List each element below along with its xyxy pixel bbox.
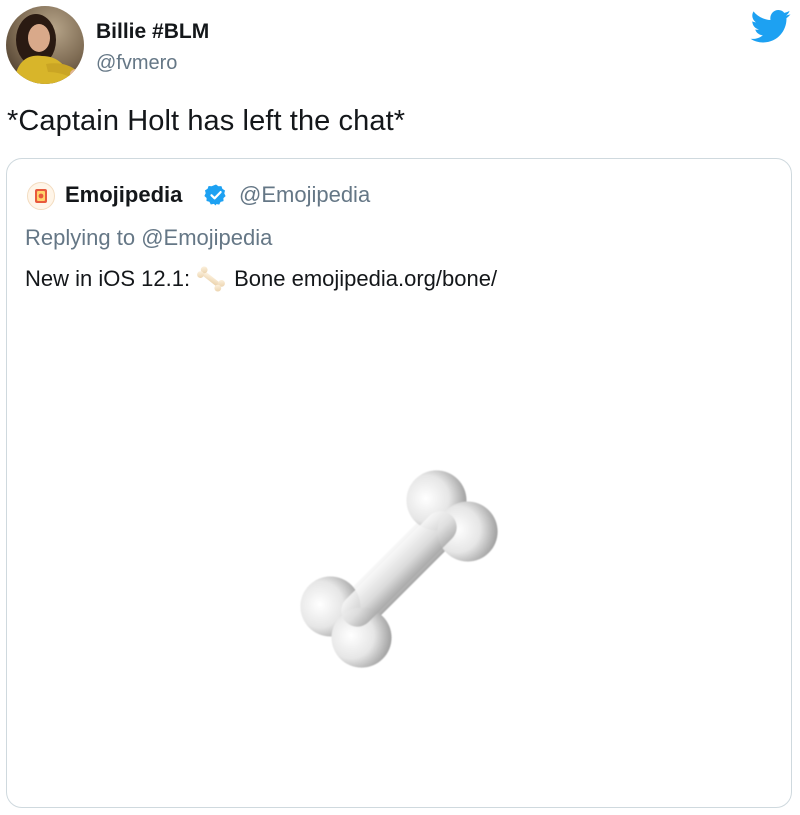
- author-name[interactable]: Billie #BLM: [96, 20, 209, 44]
- tweet-card: Billie #BLM @fvmero *Captain Holt has le…: [0, 0, 800, 815]
- verified-badge-icon: [204, 184, 226, 206]
- quoted-author-name[interactable]: Emojipedia: [65, 182, 182, 208]
- emojipedia-logo-graphic: [35, 189, 47, 203]
- quoted-tweet-text: New in iOS 12.1: Bone emojipedia.org/bon…: [25, 266, 497, 292]
- tweet-text: *Captain Holt has left the chat*: [7, 105, 406, 137]
- replying-prefix: Replying to: [25, 225, 136, 250]
- author-avatar[interactable]: [6, 6, 84, 84]
- replying-to-line: Replying to @Emojipedia: [25, 225, 272, 251]
- bone-emoji-media[interactable]: [284, 449, 514, 689]
- quoted-author-handle[interactable]: @Emojipedia: [239, 182, 370, 208]
- quoted-text-after-emoji: Bone: [234, 266, 286, 291]
- avatar-photo: [6, 6, 84, 84]
- quoted-text-before-emoji: New in iOS 12.1:: [25, 266, 191, 291]
- author-handle[interactable]: @fvmero: [96, 52, 177, 75]
- emojipedia-link[interactable]: emojipedia.org/bone/: [292, 266, 497, 291]
- twitter-bird-icon[interactable]: [750, 10, 792, 44]
- replying-to-handle[interactable]: @Emojipedia: [141, 225, 272, 250]
- emojipedia-logo-icon[interactable]: [27, 182, 55, 210]
- bone-emoji-icon: [197, 266, 225, 292]
- quoted-tweet-card[interactable]: Emojipedia @Emojipedia Replying to @Emoj…: [6, 158, 792, 808]
